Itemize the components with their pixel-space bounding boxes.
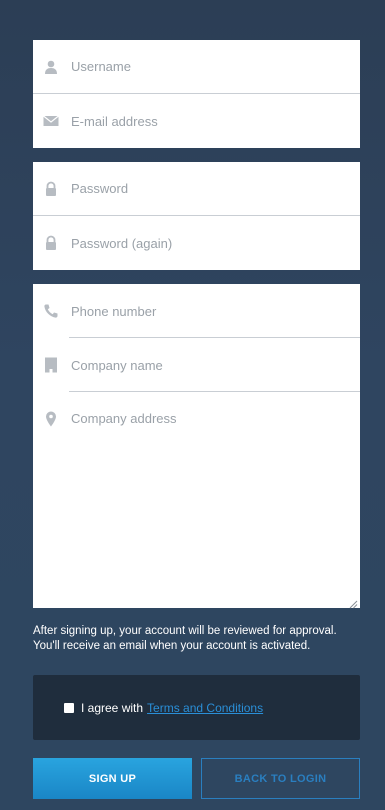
phone-icon — [43, 303, 59, 319]
building-icon — [43, 357, 59, 373]
password-fields-group — [33, 162, 360, 270]
account-fields-group — [33, 40, 360, 148]
terms-and-conditions-link[interactable]: Terms and Conditions — [147, 701, 263, 715]
username-field-row — [33, 40, 360, 94]
company-address-textarea[interactable] — [71, 392, 360, 608]
terms-agree-label: I agree with — [81, 700, 144, 715]
map-pin-icon — [43, 411, 59, 427]
password-again-input[interactable] — [71, 216, 360, 270]
email-input[interactable] — [71, 94, 360, 148]
approval-notice: After signing up, your account will be r… — [33, 624, 368, 654]
resize-grip-icon[interactable] — [348, 596, 358, 609]
user-icon — [43, 59, 59, 75]
approval-notice-line-2: You'll receive an email when your accoun… — [33, 640, 311, 652]
company-fields-group — [33, 284, 360, 609]
phone-field-row — [33, 284, 360, 338]
email-field-row — [33, 94, 360, 148]
lock-icon — [43, 235, 59, 251]
signup-form — [33, 40, 360, 609]
sign-up-button[interactable]: SIGN UP — [33, 758, 192, 799]
password-input[interactable] — [71, 162, 360, 215]
back-to-login-button[interactable]: BACK TO LOGIN — [201, 758, 360, 799]
company-name-input[interactable] — [71, 338, 360, 392]
phone-input[interactable] — [71, 284, 360, 338]
password-field-row — [33, 162, 360, 216]
approval-notice-line-1: After signing up, your account will be r… — [33, 625, 337, 637]
password-again-field-row — [33, 216, 360, 270]
username-input[interactable] — [71, 40, 360, 93]
company-address-field-row — [33, 392, 360, 609]
envelope-icon — [43, 113, 59, 129]
lock-icon — [43, 181, 59, 197]
terms-panel: I agree with Terms and Conditions — [33, 675, 360, 740]
company-name-field-row — [33, 338, 360, 392]
terms-checkbox[interactable] — [64, 702, 74, 713]
